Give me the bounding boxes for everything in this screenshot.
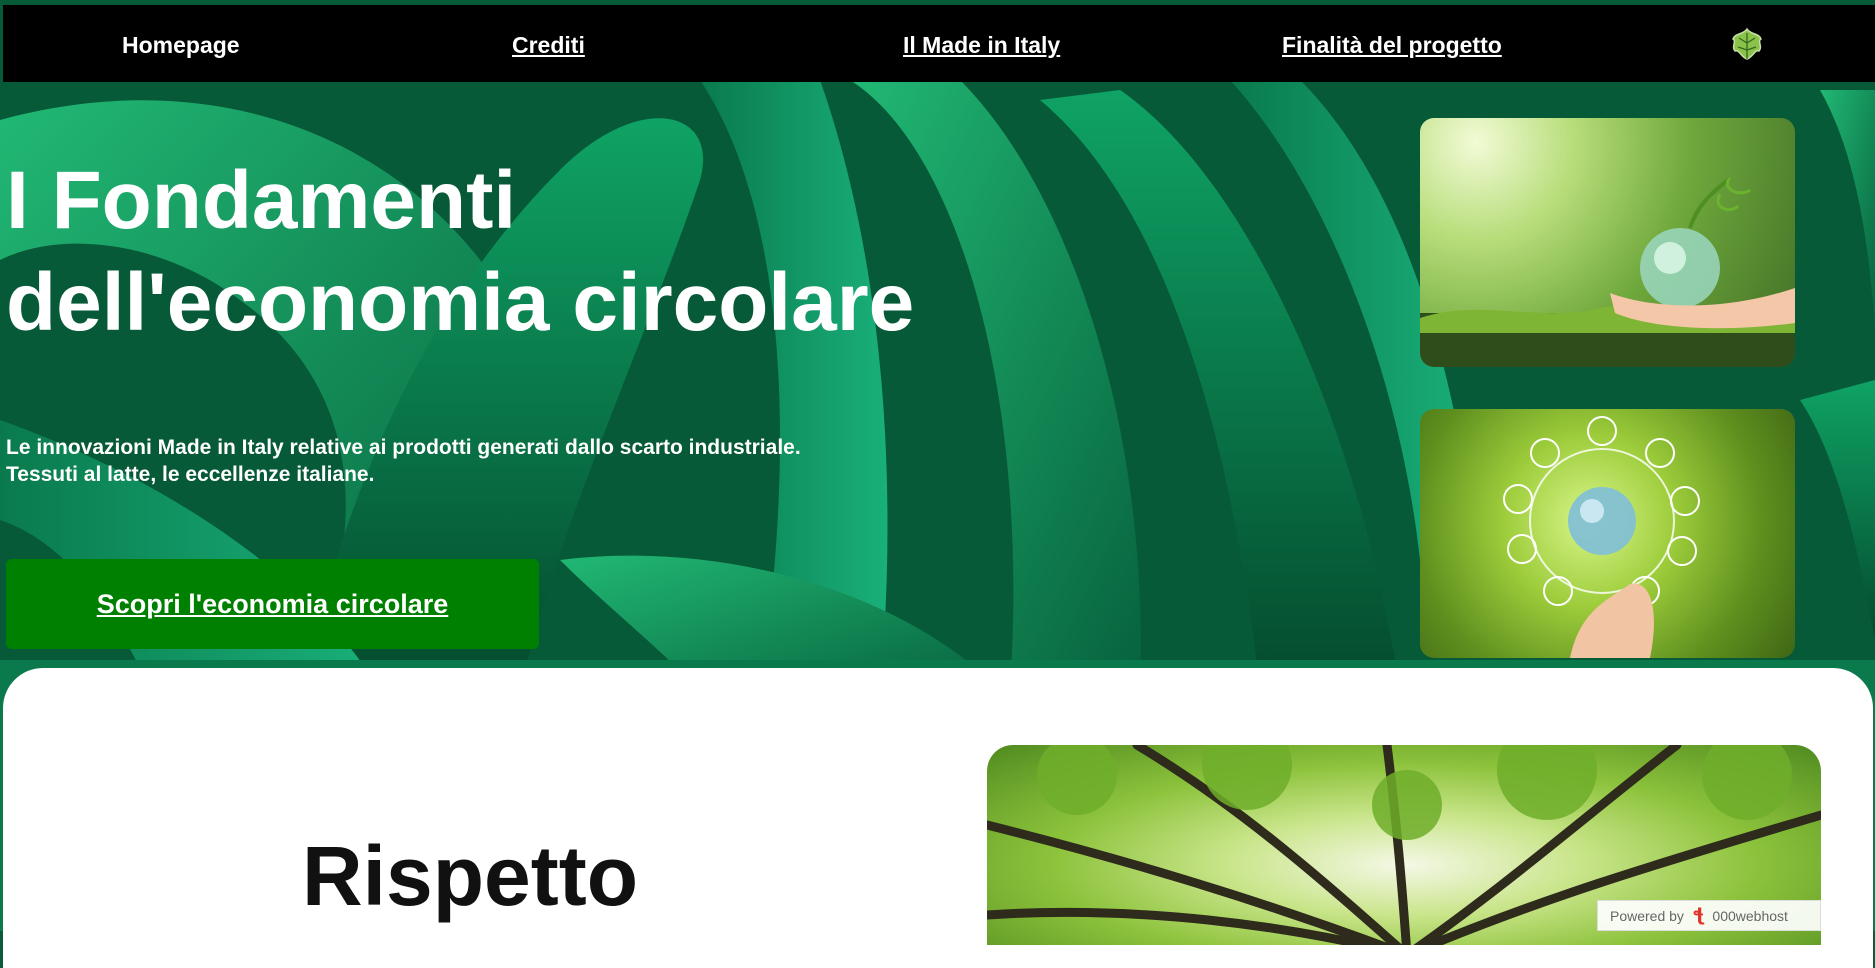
- hero-title-line1: I Fondamenti: [6, 155, 517, 246]
- hands-holding-glass-globe-image: [1420, 118, 1795, 367]
- leaf-logo-icon[interactable]: [1727, 25, 1767, 65]
- webhost-logo-icon: ꞎ: [1691, 905, 1705, 925]
- nav-made-in-italy-link[interactable]: Il Made in Italy: [903, 32, 1060, 59]
- hero-subtitle-line2: Tessuti al latte, le eccellenze italiane…: [6, 463, 375, 486]
- section-title: Rispetto: [302, 829, 638, 923]
- hero-subtitle: Le innovazioni Made in Italy relative ai…: [6, 434, 801, 488]
- sustainability-icons-globe-image: [1420, 409, 1795, 658]
- badge-prefix: Powered by: [1610, 907, 1684, 924]
- hosting-badge[interactable]: Powered by ꞎ 000webhost: [1597, 900, 1821, 931]
- scopri-economia-circolare-button[interactable]: Scopri l'economia circolare: [6, 559, 539, 649]
- nav-finalita-link[interactable]: Finalità del progetto: [1282, 32, 1502, 59]
- nav-crediti-link[interactable]: Crediti: [512, 32, 585, 59]
- badge-brand: 000webhost: [1712, 907, 1788, 924]
- nav-homepage-link[interactable]: Homepage: [122, 32, 240, 59]
- hero-title-line2: dell'economia circolare: [6, 257, 915, 348]
- hero-subtitle-line1: Le innovazioni Made in Italy relative ai…: [6, 436, 801, 459]
- hero-title: I Fondamenti dell'economia circolare: [6, 150, 914, 354]
- top-navigation: Homepage Crediti Il Made in Italy Finali…: [3, 5, 1875, 82]
